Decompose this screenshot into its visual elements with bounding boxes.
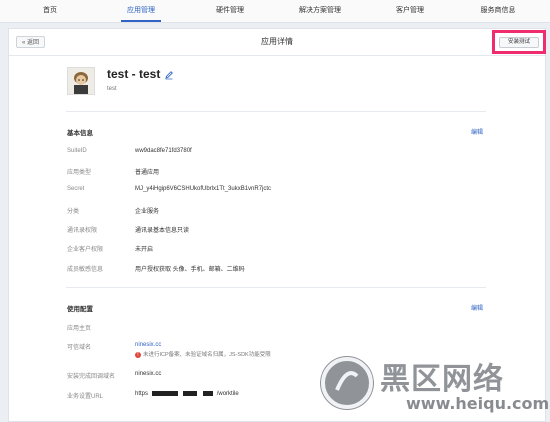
row-label-customer-permission: 企业客户权限	[67, 247, 104, 253]
install-test-button[interactable]: 安装测试	[499, 37, 539, 48]
row-value-category: 企业服务	[135, 209, 160, 215]
row-label-category: 分类	[67, 209, 80, 215]
business-url-prefix: https	[135, 391, 149, 398]
watermark-logo-icon	[320, 356, 374, 410]
nav-item-hardware[interactable]: 硬件管理	[216, 0, 244, 22]
usage-config-edit-link[interactable]: 编辑	[471, 303, 483, 312]
business-url-suffix: /worktile	[216, 391, 239, 398]
basic-info-edit-link[interactable]: 编辑	[471, 127, 483, 136]
divider	[66, 111, 486, 112]
row-label-business-url: 业务设置URL	[67, 394, 104, 400]
row-label-trusted-domain: 可信域名	[67, 345, 92, 351]
nav-item-home[interactable]: 首页	[43, 0, 57, 22]
redacted-block	[203, 391, 214, 396]
row-value-member-sensitive-info: 用户授权获取 头像、手机、邮箱、二维码	[135, 267, 245, 273]
row-value-business-url: https /worktile	[135, 391, 239, 397]
nav-item-provider-info[interactable]: 服务商信息	[481, 0, 516, 22]
row-label-secret: Secret	[67, 186, 85, 192]
row-value-secret: MJ_y4iHgip6V6CSHUkofUbrlx1Tt_3ukxB1vnR7j…	[135, 186, 272, 192]
edit-pencil-icon[interactable]	[164, 70, 174, 80]
row-label-callback-domain: 安装完成回调域名	[67, 374, 116, 380]
row-value-customer-permission: 未开启	[135, 247, 154, 253]
avatar-image-icon	[68, 68, 94, 94]
row-value-callback-domain: ninesix.cc	[135, 371, 162, 377]
row-value-suiteid: ww9dac8fe71fd3780f	[135, 148, 192, 154]
trusted-domain-warning-text: 未进行ICP备案、未验证域名归属，JS-SDK功能受限	[143, 352, 271, 358]
warning-icon: !	[135, 351, 141, 358]
nav-item-customers[interactable]: 客户管理	[396, 0, 424, 22]
app-avatar	[67, 67, 95, 95]
page-title: 应用详情	[261, 37, 293, 46]
row-label-contacts-permission: 通讯录权限	[67, 228, 98, 234]
divider	[66, 287, 486, 288]
top-nav: 首页 应用管理 硬件管理 解决方案管理 客户管理 服务商信息	[0, 0, 550, 23]
app-name: test - test	[107, 67, 161, 81]
row-label-member-sensitive-info: 成员敏感信息	[67, 267, 104, 273]
site-watermark: 黑区网络 www.heiqu.com	[320, 350, 550, 418]
row-value-trusted-domain[interactable]: ninesix.cc	[135, 342, 161, 348]
usage-config-title: 使用配置	[67, 306, 93, 313]
app-subtitle: test	[107, 86, 117, 92]
row-label-app-homepage: 应用主页	[67, 326, 92, 332]
redacted-block	[183, 391, 198, 396]
row-label-suiteid: SuiteID	[67, 148, 87, 154]
row-value-app-type: 普通应用	[135, 170, 160, 176]
redacted-block	[151, 391, 178, 396]
nav-active-indicator	[121, 20, 161, 22]
row-value-contacts-permission: 通讯录基本信息只读	[135, 228, 190, 234]
row-label-app-type: 应用类型	[67, 170, 92, 176]
trusted-domain-warning: ! 未进行ICP备案、未验证域名归属，JS-SDK功能受限	[135, 350, 271, 358]
install-test-highlight: 安装测试	[492, 30, 546, 54]
basic-info-title: 基本信息	[67, 130, 93, 137]
watermark-text: 黑区网络	[380, 362, 504, 397]
nav-item-app-management[interactable]: 应用管理	[127, 0, 155, 22]
watermark-url: www.heiqu.com	[406, 394, 550, 413]
card-header: « 返回 应用详情 安装测试	[9, 29, 546, 56]
nav-item-solutions[interactable]: 解决方案管理	[299, 0, 341, 22]
